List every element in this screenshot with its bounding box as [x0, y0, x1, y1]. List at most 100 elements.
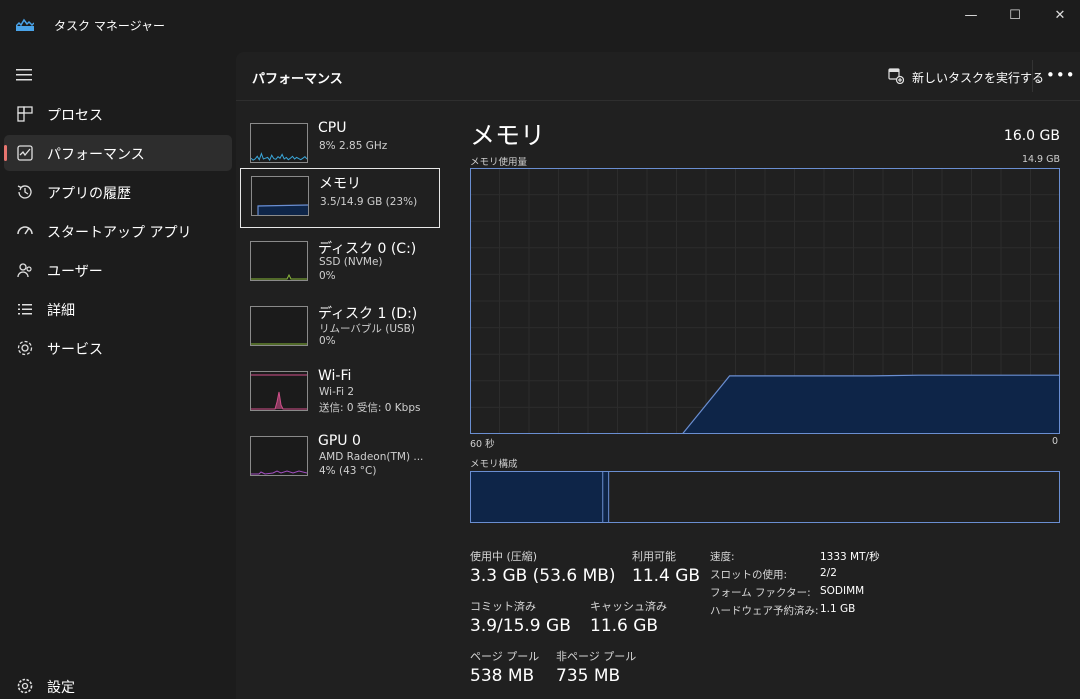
- device-name: ディスク 1 (D:): [318, 306, 418, 322]
- device-name: ディスク 0 (C:): [318, 241, 417, 257]
- usage-graph-max: 14.9 GB: [1021, 154, 1060, 165]
- sidebar-item-performance[interactable]: パフォーマンス: [4, 135, 232, 171]
- in-use-label: 使用中 (圧縮): [470, 550, 538, 563]
- hardware-reserved-label: ハードウェア予約済み:: [710, 605, 819, 617]
- device-name: Wi-Fi: [318, 368, 352, 384]
- available-label: 利用可能: [632, 550, 676, 563]
- memory-usage-graph: [470, 168, 1060, 434]
- time-axis-end: 0: [1051, 436, 1058, 447]
- gpu-sparkline: [251, 470, 307, 475]
- device-detail: Wi-Fi 2: [319, 386, 355, 398]
- sidebar-item-startup-apps[interactable]: スタートアップ アプリ: [4, 213, 232, 249]
- composition-label: メモリ構成: [470, 459, 518, 470]
- cached-label: キャッシュ済み: [590, 600, 667, 613]
- history-icon: [17, 185, 32, 199]
- sidebar-item-label: プロセス: [47, 108, 103, 124]
- device-name: メモリ: [319, 176, 361, 192]
- memory-title: メモリ: [470, 121, 546, 150]
- device-name: GPU 0: [318, 433, 361, 449]
- disk0-thumbnail: [250, 241, 308, 281]
- performance-icon: [17, 145, 33, 161]
- committed-label: コミット済み: [470, 600, 536, 613]
- device-memory[interactable]: メモリ 3.5/14.9 GB (23%): [240, 168, 440, 228]
- device-gpu[interactable]: GPU 0 AMD Radeon(TM) ... 4% (43 °C): [240, 429, 440, 489]
- device-usage: 0%: [319, 270, 336, 282]
- sidebar-item-label: ユーザー: [47, 264, 103, 280]
- sidebar-item-details[interactable]: 詳細: [4, 291, 232, 327]
- device-wifi[interactable]: Wi-Fi Wi-Fi 2 送信: 0 受信: 0 Kbps: [240, 364, 440, 424]
- device-throughput: 送信: 0 受信: 0 Kbps: [319, 402, 421, 414]
- device-cpu[interactable]: CPU 8% 2.85 GHz: [240, 116, 440, 176]
- sidebar-item-services[interactable]: サービス: [4, 330, 232, 366]
- device-detail: SSD (NVMe): [319, 256, 383, 268]
- device-name: CPU: [318, 120, 347, 136]
- nonpaged-pool-label: 非ページ プール: [556, 650, 637, 663]
- device-detail: リムーバブル (USB): [319, 323, 415, 335]
- run-task-label: 新しいタスクを実行する: [912, 71, 1045, 85]
- maximize-button[interactable]: ☐: [992, 6, 1038, 26]
- sidebar: プロセス パフォーマンス アプリの履歴 スタートアップ アプリ ユーザー 詳細 …: [0, 52, 236, 699]
- in-use-value: 3.3 GB (53.6 MB): [470, 566, 616, 586]
- sidebar-item-label: アプリの履歴: [47, 186, 131, 202]
- settings-gear-icon: [17, 678, 33, 694]
- settings-label: 設定: [47, 680, 75, 696]
- memory-composition-bar: [470, 471, 1060, 523]
- available-value: 11.4 GB: [632, 566, 701, 586]
- hamburger-menu-icon[interactable]: [16, 68, 32, 82]
- device-disk-1[interactable]: ディスク 1 (D:) リムーバブル (USB) 0%: [240, 299, 440, 359]
- active-indicator: [4, 145, 7, 161]
- page-header: パフォーマンス 新しいタスクを実行する •••: [236, 52, 1080, 101]
- gpu-thumbnail: [250, 436, 308, 476]
- device-usage: 4% (43 °C): [319, 465, 377, 477]
- app-title: タスク マネージャー: [54, 19, 165, 33]
- cpu-sparkline: [251, 152, 307, 162]
- device-detail: AMD Radeon(TM) ...: [319, 451, 424, 463]
- minimize-button[interactable]: —: [948, 6, 994, 26]
- sidebar-item-users[interactable]: ユーザー: [4, 252, 232, 288]
- sidebar-item-processes[interactable]: プロセス: [4, 96, 232, 132]
- sidebar-item-label: スタートアップ アプリ: [47, 225, 192, 241]
- close-button[interactable]: ✕: [1037, 6, 1080, 26]
- more-options-button[interactable]: •••: [1046, 66, 1075, 86]
- paged-pool-label: ページ プール: [470, 650, 540, 663]
- cached-value: 11.6 GB: [590, 616, 659, 636]
- wifi-thumbnail: [250, 371, 308, 411]
- startup-icon: [17, 226, 33, 235]
- title-bar: タスク マネージャー — ☐ ✕: [0, 0, 1080, 52]
- time-axis-start: 60 秒: [470, 439, 495, 450]
- header-divider: [1032, 60, 1033, 92]
- sidebar-item-settings[interactable]: 設定: [4, 668, 232, 698]
- nonpaged-pool-value: 735 MB: [556, 666, 621, 686]
- memory-sparkline: [257, 204, 308, 215]
- slots-label: スロットの使用:: [710, 569, 788, 581]
- services-icon: [17, 340, 33, 356]
- disk0-sparkline: [251, 273, 307, 280]
- page-title: パフォーマンス: [252, 72, 343, 87]
- cpu-thumbnail: [250, 123, 308, 163]
- form-factor-label: フォーム ファクター:: [710, 587, 811, 599]
- users-icon: [17, 263, 32, 278]
- wifi-sparkline: [251, 374, 307, 410]
- performance-page: パフォーマンス 新しいタスクを実行する ••• CPU 8% 2.85 GHz: [236, 52, 1080, 699]
- details-icon: [18, 304, 32, 315]
- sidebar-item-label: パフォーマンス: [47, 147, 145, 163]
- paged-pool-value: 538 MB: [470, 666, 535, 686]
- committed-value: 3.9/15.9 GB: [470, 616, 571, 636]
- sidebar-item-label: 詳細: [47, 303, 75, 319]
- run-task-icon: [888, 68, 904, 84]
- device-usage: 0%: [319, 335, 336, 347]
- sidebar-item-app-history[interactable]: アプリの履歴: [4, 174, 232, 210]
- device-detail: 8% 2.85 GHz: [319, 140, 388, 152]
- sidebar-item-label: サービス: [47, 342, 103, 358]
- disk1-sparkline: [251, 343, 307, 345]
- task-manager-app-icon: [16, 17, 34, 31]
- processes-icon: [17, 106, 33, 122]
- hardware-reserved-value: 1.1 GB: [820, 603, 856, 615]
- disk1-thumbnail: [250, 306, 308, 346]
- form-factor-value: SODIMM: [820, 585, 865, 597]
- device-disk-0[interactable]: ディスク 0 (C:) SSD (NVMe) 0%: [240, 234, 440, 294]
- speed-label: 速度:: [710, 551, 735, 563]
- speed-value: 1333 MT/秒: [820, 551, 880, 563]
- memory-thumbnail: [251, 176, 309, 216]
- usage-graph-label: メモリ使用量: [470, 157, 528, 168]
